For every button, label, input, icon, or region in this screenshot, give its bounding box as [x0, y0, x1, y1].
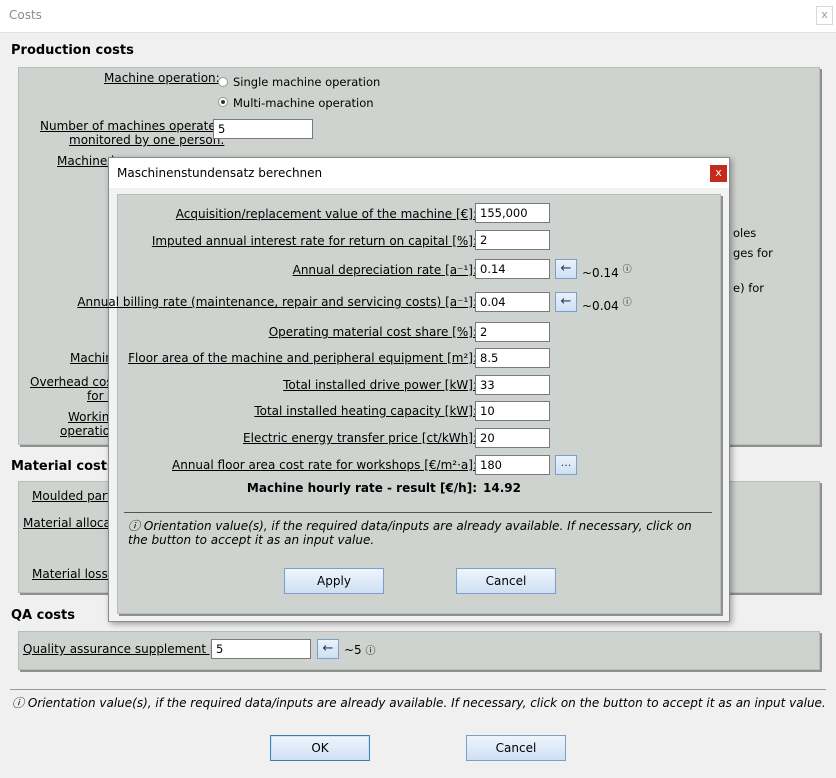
footer-note: ⓘ Orientation value(s), if the required … [12, 696, 826, 710]
dialog-close-button[interactable]: x [710, 165, 727, 182]
dialog-title: Maschinenstundensatz berechnen [117, 166, 323, 180]
machine-hourly-rate-dialog: Maschinenstundensatz berechnen x Acquisi… [77, 157, 730, 622]
material-loss-label: Material loss s [32, 567, 118, 581]
overhead-cost-label-1: Overhead cost [30, 375, 118, 389]
depreciation-input[interactable]: 0.14 [475, 259, 550, 279]
qa-supplement-input[interactable]: 5 [211, 639, 311, 659]
info-icon: ⓘ [622, 298, 632, 308]
qa-supplement-label: Quality assurance supplement [%]: [23, 642, 235, 656]
operating-material-input[interactable]: 2 [475, 322, 550, 342]
interest-input[interactable]: 2 [475, 230, 550, 250]
depreciation-label: Annual depreciation rate [a⁻¹]: [292, 263, 477, 277]
result-value: 14.92 [483, 481, 521, 495]
floor-cost-input[interactable]: 180 [475, 455, 550, 475]
multi-machine-radio[interactable] [218, 97, 228, 107]
acquisition-label: Acquisition/replacement value of the mac… [175, 207, 477, 221]
result-label: Machine hourly rate - result [€/h]: [246, 481, 477, 495]
partial-text-2: ges for [733, 246, 773, 260]
operating-material-label: Operating material cost share [%]: [268, 325, 477, 339]
material-costs-heading: Material costs [11, 459, 115, 474]
qa-costs-heading: QA costs [11, 608, 75, 623]
dialog-divider [124, 512, 712, 513]
floor-cost-browse-button[interactable]: ... [555, 455, 577, 475]
floor-area-input[interactable]: 8.5 [475, 348, 550, 368]
interest-label: Imputed annual interest rate for return … [151, 234, 477, 248]
multi-machine-label: Multi-machine operation [233, 96, 374, 110]
billing-label: Annual billing rate (maintenance, repair… [77, 295, 477, 309]
partial-text-1: oles [733, 226, 757, 240]
partial-text-3: e) for [733, 281, 765, 295]
floor-cost-label: Annual floor area cost rate for workshop… [172, 458, 477, 472]
cancel-button[interactable]: Cancel [466, 735, 566, 761]
ok-button[interactable]: OK [270, 735, 370, 761]
machines-operated-label-line1: Number of machines operated/ [40, 119, 228, 133]
drive-power-input[interactable]: 33 [475, 375, 550, 395]
window-title-bar: Costs [0, 0, 836, 33]
billing-hint: ~0.04 ⓘ [582, 298, 632, 313]
arrow-left-icon: ← [560, 261, 572, 276]
drive-power-label: Total installed drive power [kW]: [283, 378, 477, 392]
billing-accept-button[interactable]: ← [555, 292, 577, 312]
depreciation-hint: ~0.14 ⓘ [582, 265, 632, 280]
dialog-title-bar: Maschinenstundensatz berechnen [109, 158, 729, 188]
acquisition-input[interactable]: 155,000 [475, 203, 550, 223]
arrow-left-icon: ← [322, 641, 334, 656]
footer-divider [10, 689, 826, 690]
moulded-part-label: Moulded part [32, 489, 112, 503]
billing-input[interactable]: 0.04 [475, 292, 550, 312]
window-title: Costs [9, 8, 42, 22]
machines-operated-input[interactable]: 5 [213, 119, 313, 139]
machine-label-partial: Machin [70, 351, 113, 365]
info-icon: ⓘ [365, 646, 376, 657]
floor-area-label: Floor area of the machine and peripheral… [128, 351, 477, 365]
dialog-cancel-button[interactable]: Cancel [456, 568, 556, 594]
heating-capacity-label: Total installed heating capacity [kW]: [254, 404, 477, 418]
energy-price-input[interactable]: 20 [475, 428, 550, 448]
depreciation-accept-button[interactable]: ← [555, 259, 577, 279]
single-machine-radio[interactable] [218, 77, 228, 87]
arrow-left-icon: ← [560, 294, 572, 309]
info-icon: ⓘ [622, 265, 632, 275]
production-costs-heading: Production costs [11, 43, 134, 58]
single-machine-label: Single machine operation [233, 75, 381, 89]
heating-capacity-input[interactable]: 10 [475, 401, 550, 421]
energy-price-label: Electric energy transfer price [ct/kWh]: [243, 431, 477, 445]
qa-orientation-hint: ~5 ⓘ [344, 643, 376, 657]
machines-operated-label-line2: monitored by one person: [69, 133, 225, 147]
apply-button[interactable]: Apply [284, 568, 384, 594]
qa-accept-arrow-button[interactable]: ← [317, 639, 339, 659]
dialog-panel: Acquisition/replacement value of the mac… [77, 194, 721, 614]
machine-operation-label: Machine operation: [104, 71, 220, 85]
dialog-note: ⓘ Orientation value(s), if the required … [128, 519, 692, 547]
window-close-button[interactable]: x [816, 6, 833, 25]
